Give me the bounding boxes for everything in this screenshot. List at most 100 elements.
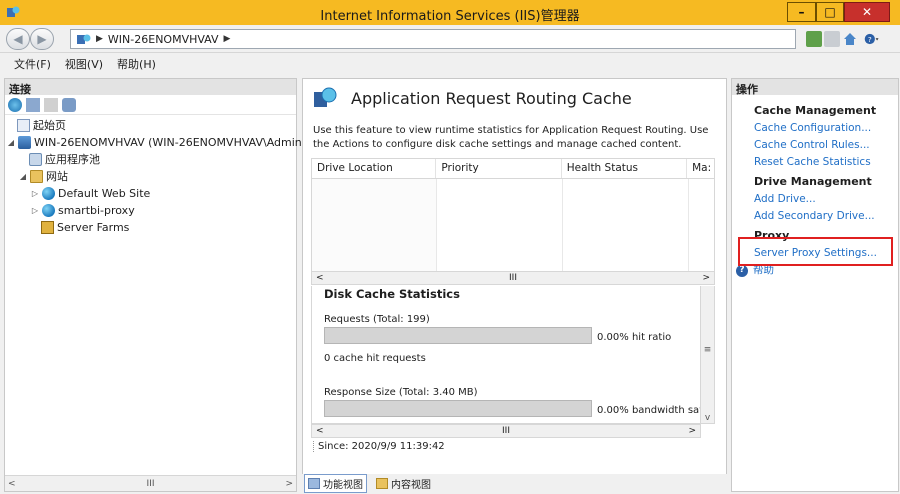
stats-title: Disk Cache Statistics [324,287,460,301]
tree-label: WIN-26ENOMVHVAV (WIN-26ENOMVHVAV\Admin [34,135,302,149]
globe-icon [42,203,55,217]
scroll-right-icon[interactable]: > [285,479,293,489]
back-button[interactable]: ◀ [6,28,30,50]
tab-label: 功能视图 [323,479,363,491]
features-view-icon [308,477,320,489]
tree-label: Default Web Site [58,186,151,200]
title-bar: Internet Information Services (IIS)管理器 –… [0,0,900,25]
actions-header: 操作 [732,79,898,96]
add-drive-link[interactable]: Add Drive... [754,191,898,208]
tree-item-app-pools[interactable]: 应用程序池 [29,151,100,167]
refresh-icon[interactable] [806,31,822,47]
scroll-down-icon[interactable]: v [705,413,710,423]
stop-icon[interactable] [824,31,840,47]
maximize-button[interactable]: □ [816,2,844,22]
breadcrumb[interactable]: ▶ WIN-26ENOMVHVAV ▶ [70,29,796,49]
forward-button[interactable]: ▶ [30,28,54,50]
drive-list-hscrollbar[interactable]: < III > [311,271,715,285]
collapse-icon[interactable]: ◢ [19,172,27,181]
scroll-right-icon[interactable]: > [688,426,696,436]
stats-vscrollbar[interactable]: ≡ v [700,286,714,423]
tree-item-server-farms[interactable]: Server Farms [41,219,129,235]
tree-item-start[interactable]: 起始页 [17,117,66,133]
column-header-max[interactable]: Ma: [687,159,714,178]
help-icon: ? [736,264,748,277]
content-view-tab[interactable]: 内容视图 [373,475,434,492]
section-drive-management: Drive Management [754,175,872,188]
scroll-right-icon[interactable]: > [702,273,710,283]
cache-configuration-link[interactable]: Cache Configuration... [754,120,898,137]
arr-cache-icon [314,87,337,107]
connections-panel: 连接 起始页 ◢ WIN-26ENOMVHVAV (WIN-26ENOMVHVA… [4,78,302,492]
actions-panel: 操作 Cache Management Cache Configuration.… [731,78,899,492]
server-icon [18,135,31,149]
stats-hscrollbar[interactable]: < III > [311,424,701,438]
tree-label: Server Farms [57,220,130,234]
bandwidth-savings: 0.00% bandwidth sav [597,405,706,416]
highlight-box [738,237,893,266]
back-arrow-icon: ◀ [13,32,23,46]
connections-hscrollbar[interactable]: < III > [5,475,296,491]
window-title: Internet Information Services (IIS)管理器 [320,9,580,24]
page-title: Application Request Routing Cache [351,88,632,108]
tab-label: 内容视图 [391,479,431,491]
feature-header: Application Request Routing Cache [313,87,632,109]
up-icon[interactable] [44,97,58,112]
expand-icon[interactable]: ▷ [31,206,39,215]
hit-ratio: 0.00% hit ratio [597,332,672,343]
add-secondary-drive-link[interactable]: Add Secondary Drive... [754,208,898,225]
scroll-thumb-grip[interactable]: ≡ [704,345,712,355]
feature-description: Use this feature to view runtime statist… [313,125,709,150]
section-cache-management: Cache Management [754,104,877,117]
minimize-button[interactable]: – [787,2,816,22]
features-view-tab[interactable]: 功能视图 [304,473,367,493]
connect-icon[interactable] [8,97,22,112]
tree-label: 起始页 [33,119,66,132]
drive-list-header: Drive Location Priority Health Status Ma… [312,159,714,179]
connect-server-icon[interactable] [62,97,76,112]
scroll-left-icon[interactable]: < [8,479,16,489]
reset-cache-statistics-link[interactable]: Reset Cache Statistics [754,154,898,171]
forward-arrow-icon: ▶ [37,32,47,46]
menu-file[interactable]: 文件(F) [14,56,51,72]
scroll-left-icon[interactable]: < [316,273,324,283]
column-header-drive-location[interactable]: Drive Location [312,159,437,178]
column-header-health-status[interactable]: Health Status [562,159,688,178]
cache-control-rules-link[interactable]: Cache Control Rules... [754,137,898,154]
close-button[interactable]: ✕ [844,2,890,22]
app-pool-icon [29,152,42,166]
chevron-right-icon: ▶ [96,34,103,44]
drive-list[interactable]: Drive Location Priority Health Status Ma… [311,158,715,272]
tree-item-sites[interactable]: ◢ 网站 [19,168,68,184]
requests-label: Requests (Total: 199) [324,314,430,325]
view-switcher: 功能视图 内容视图 [302,473,727,493]
menu-view[interactable]: 视图(V) [65,56,103,72]
feature-panel: Application Request Routing Cache Use th… [302,78,727,492]
column-header-priority[interactable]: Priority [436,159,562,178]
response-size-bar [324,400,592,417]
home-icon[interactable] [842,31,858,47]
address-bar: ◀ ▶ ▶ WIN-26ENOMVHVAV ▶ ? [0,25,900,53]
tree-item-server[interactable]: ◢ WIN-26ENOMVHVAV (WIN-26ENOMVHVAV\Admin [7,134,302,150]
tree-label: 网站 [46,170,68,183]
collapse-icon[interactable]: ◢ [7,138,15,147]
menu-bar: 文件(F) 视图(V) 帮助(H) [0,54,900,74]
response-size-label: Response Size (Total: 3.40 MB) [324,387,478,398]
connections-header: 连接 [5,79,296,96]
globe-icon [42,186,55,200]
column-health-status [563,179,689,271]
help-dropdown-icon[interactable]: ? [864,31,880,47]
content-view-icon [376,477,388,489]
folder-icon [30,169,43,183]
scroll-thumb-grip: III [146,478,155,489]
expand-icon[interactable]: ▷ [31,189,39,198]
tree-item-default-site[interactable]: ▷ Default Web Site [31,185,150,201]
scroll-left-icon[interactable]: < [316,426,324,436]
svg-text:?: ? [868,35,872,44]
tree-label: 应用程序池 [45,153,100,166]
menu-help[interactable]: 帮助(H) [117,56,156,72]
save-icon[interactable] [26,97,40,112]
breadcrumb-server[interactable]: WIN-26ENOMVHVAV [108,33,219,46]
chevron-right-icon[interactable]: ▶ [224,34,231,44]
tree-item-smartbi[interactable]: ▷ smartbi-proxy [31,202,135,218]
